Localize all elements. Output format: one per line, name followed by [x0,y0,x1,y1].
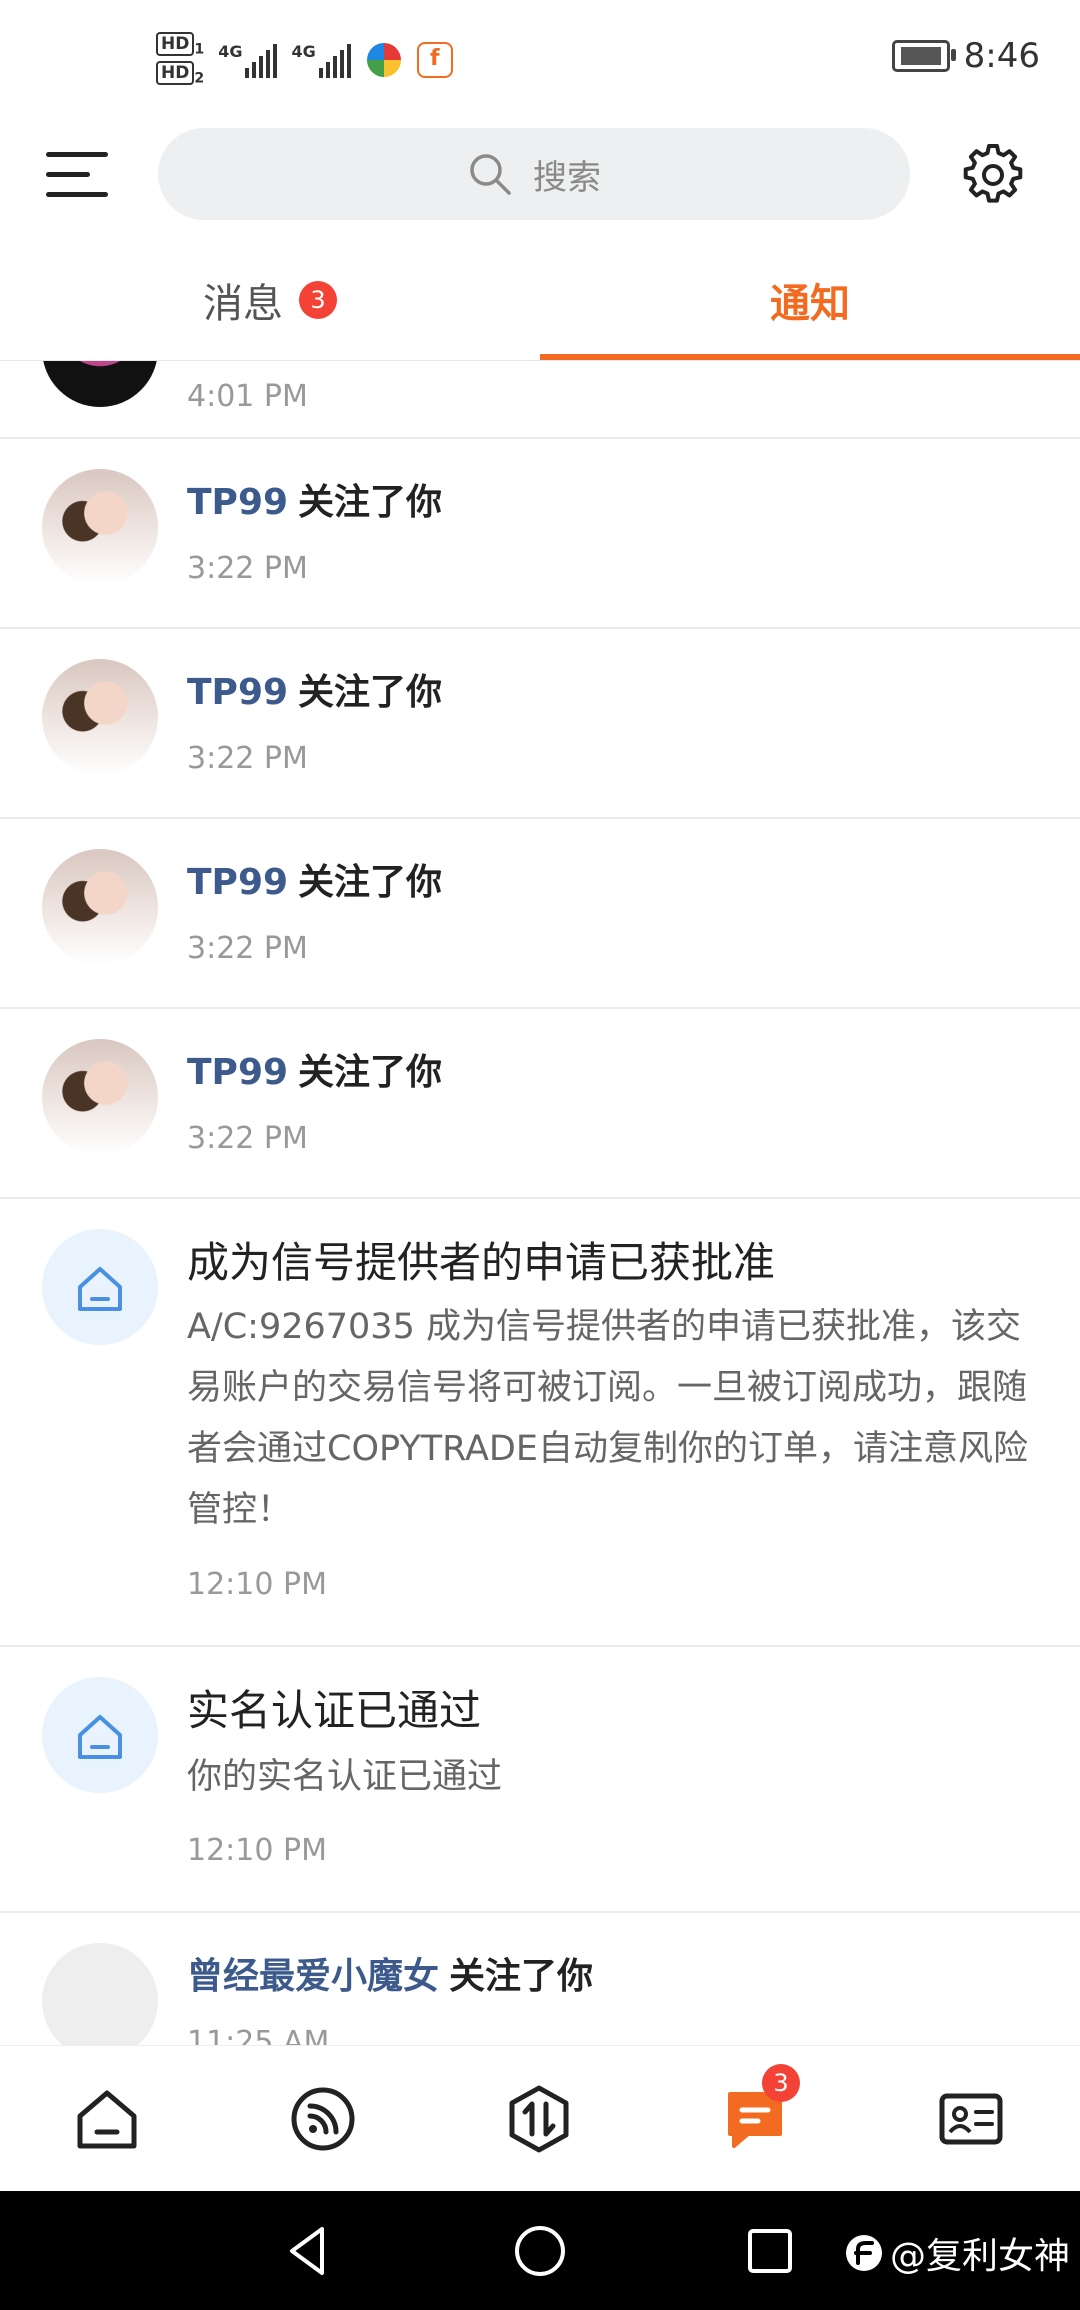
system-avatar [42,1229,158,1345]
follow-action: 关注了你 [298,482,443,523]
battery-icon [891,40,956,72]
avatar [42,659,158,775]
notification-time: 3:22 PM [187,1121,308,1156]
recents-icon[interactable] [738,2219,802,2283]
system-avatar [42,1677,158,1793]
avatar [42,469,158,585]
watermark: @复利女神 [844,2227,1070,2279]
list-item[interactable]: TP99 关注了你 3:22 PM [0,1009,1080,1199]
list-item[interactable]: 实名认证已通过 你的实名认证已通过 12:10 PM [0,1647,1080,1913]
tab-messages[interactable]: 消息 3 [0,240,540,360]
trade-icon[interactable] [504,2084,574,2154]
home-icon[interactable] [72,2084,142,2154]
notification-title: 实名认证已通过 [187,1686,482,1735]
nav-notification-badge: 3 [762,2064,800,2102]
list-item[interactable]: TP99 关注了你 3:22 PM [0,439,1080,629]
list-item[interactable]: 成为信号提供者的申请已获批准 A/C:9267035 成为信号提供者的申请已获批… [0,1199,1080,1647]
notification-time: 12:10 PM [187,1833,327,1868]
avatar [42,361,158,407]
hd2-sub: 2 [194,70,205,87]
system-nav-bar: @复利女神 [0,2191,1080,2310]
notification-time: 12:10 PM [187,1567,327,1602]
hd2-label: HD [156,61,195,85]
net2-label: 4G [291,42,316,61]
messages-badge: 3 [299,281,337,319]
notification-body: A/C:9267035 成为信号提供者的申请已获批准，该交易账户的交易信号将可被… [187,1307,1028,1530]
follow-action: 关注了你 [298,672,443,713]
notification-list[interactable]: 4:01 PM TP99 关注了你 3:22 PM TP99 关注了你 3:22 P… [0,361,1080,2045]
status-bar: HD 1 HD 2 4G 4G f 8:46 [0,0,1080,120]
notification-time: 3:22 PM [187,551,308,586]
notification-time: 4:01 PM [187,379,308,414]
list-item[interactable]: TP99 关注了你 3:22 PM [0,819,1080,1009]
list-item[interactable]: 4:01 PM [0,361,1080,439]
follow-action: 关注了你 [298,862,443,903]
tab-notifications[interactable]: 通知 [540,240,1080,360]
watermark-text: @复利女神 [889,2236,1070,2277]
home-circle-icon[interactable] [508,2219,572,2283]
notification-time: 3:22 PM [187,741,308,776]
avatar [42,1039,158,1155]
hd1-label: HD [156,31,195,56]
follow-action: 关注了你 [449,1956,594,1997]
hd-icon: HD 1 HD 2 [156,31,205,87]
status-icons-right: 8:46 [891,36,1040,76]
notification-body: 你的实名认证已通过 [187,1757,503,1797]
notification-time: 3:22 PM [187,931,308,966]
menu-icon[interactable] [46,144,108,204]
tab-bar: 消息 3 通知 [0,240,1080,360]
follow-text: TP99 关注了你 [187,1043,442,1095]
username-link[interactable]: TP99 [187,1052,288,1093]
top-header: 搜索 [0,128,1080,222]
house-icon [78,1267,122,1311]
notification-time: 11:25 AM [187,2025,330,2045]
hd1-sub: 1 [194,41,205,57]
avatar [42,1943,158,2045]
house-icon [78,1715,122,1759]
username-link[interactable]: TP99 [187,862,288,903]
gear-icon[interactable] [960,142,1026,208]
username-link[interactable]: TP99 [187,672,288,713]
bottom-nav: 3 [0,2045,1080,2192]
follow-action: 关注了你 [298,1052,443,1093]
back-icon[interactable] [276,2219,340,2283]
profile-card-icon[interactable] [936,2084,1006,2154]
search-placeholder: 搜索 [533,157,601,198]
follow-text: 曾经最爱小魔女 关注了你 [187,1947,593,1999]
clock: 8:46 [963,36,1040,76]
list-item[interactable]: TP99 关注了你 3:22 PM [0,629,1080,819]
follow-text: TP99 关注了你 [187,663,442,715]
tab-messages-label: 消息 [203,281,283,327]
follow-text: TP99 关注了你 [187,853,442,905]
search-bar[interactable]: 搜索 [158,128,910,220]
follow-text: TP99 关注了你 [187,473,442,525]
list-item[interactable]: 曾经最爱小魔女 关注了你 11:25 AM [0,1913,1080,2045]
signal-icon: 4G [218,42,278,78]
app-icon [366,43,401,77]
search-icon [470,154,511,195]
username-link[interactable]: TP99 [187,482,288,523]
status-icons-left: HD 1 HD 2 4G 4G f [156,30,453,90]
watermark-logo-icon [845,2235,882,2271]
feed-icon[interactable] [288,2084,358,2154]
notification-title: 成为信号提供者的申请已获批准 [187,1238,776,1287]
tab-notifications-label: 通知 [770,281,850,327]
signal-icon-2: 4G [291,42,351,78]
username-link[interactable]: 曾经最爱小魔女 [187,1956,439,1997]
net1-label: 4G [218,42,243,61]
brand-app-icon: f [416,42,453,78]
avatar [42,849,158,965]
